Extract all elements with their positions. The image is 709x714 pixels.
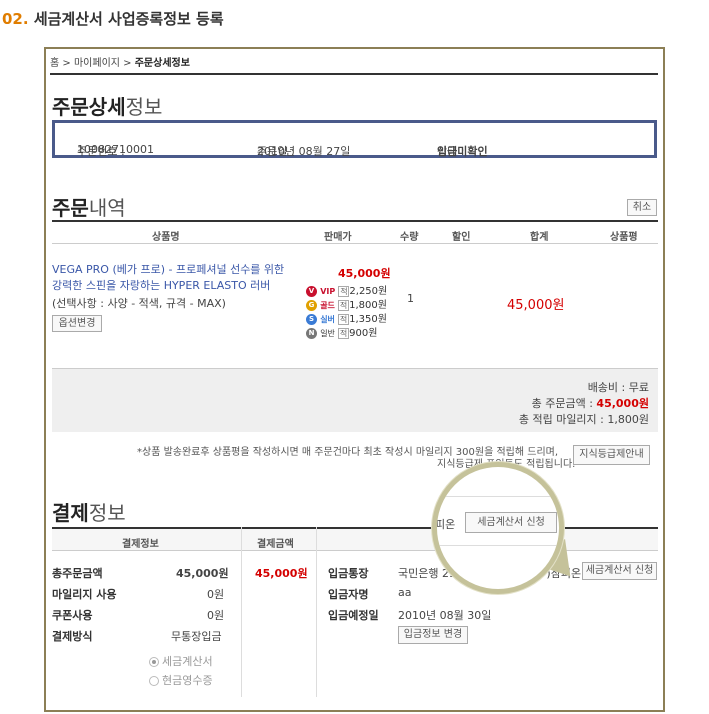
silver-badge-icon: S	[306, 313, 317, 325]
tier-silver: S 실버 적 1,350원	[306, 310, 387, 325]
depositor-value: aa	[398, 586, 412, 599]
col-product: 상품명	[152, 232, 180, 243]
breadcrumb: 홈 > 마이페이지 > 주문상세정보	[50, 54, 190, 69]
order-section-title: 주문내역	[52, 196, 126, 220]
breadcrumb-divider	[50, 73, 658, 75]
total-order-value: 45,000원	[176, 567, 229, 580]
tier-price-list: V VIP 적 2,250원 G 골드 적 1,800원 S 실버 적 1,350원 …	[306, 282, 396, 342]
product-name-link[interactable]: VEGA PRO (베가 프로) - 프로페셔널 선수를 위한 강력한 스핀을 …	[52, 262, 297, 294]
page-title: 주문상세정보	[52, 91, 162, 120]
totals-box: 배송비 : 무료 총 주문금액 : 45,000원 총 적립 마일리지 : 1,…	[52, 368, 658, 432]
mileage-total: 총 적립 마일리지 : 1,800원	[518, 413, 649, 426]
ji-icon: 적	[338, 327, 350, 339]
vip-badge-icon: V	[306, 285, 317, 297]
radio-cash-receipt[interactable]: 현금영수증	[149, 672, 213, 688]
option-change-button[interactable]: 옵션변경	[52, 315, 102, 332]
bank-label: 입금통장	[328, 567, 369, 580]
row-total: 45,000원	[507, 298, 565, 313]
mileage-used-label: 마일리지 사용	[52, 588, 117, 601]
ji-icon: 적	[338, 313, 350, 325]
page-title-bold: 주문상세	[52, 95, 126, 119]
ji-icon: 적	[338, 285, 350, 297]
col-divider	[241, 527, 242, 697]
deposit-info-change-button[interactable]: 입금정보 변경	[398, 626, 468, 644]
ji-icon: 적	[338, 299, 350, 311]
radio-tax-invoice[interactable]: 세금계산서	[149, 653, 213, 669]
radio-off-icon	[149, 676, 159, 686]
mileage-used-value: 0원	[207, 588, 225, 601]
page-title-light: 정보	[125, 95, 163, 119]
magnifier-callout: 피온 세금계산서 신청	[432, 462, 564, 594]
product-options: (선택사항 : 사양 - 적색, 규격 - MAX)	[52, 297, 226, 310]
tax-invoice-request-button[interactable]: 세금계산서 신청	[582, 562, 657, 580]
breadcrumb-mypage[interactable]: 마이페이지	[74, 58, 120, 69]
heading-number: 02.	[2, 10, 29, 28]
col-qty: 수량	[400, 232, 419, 243]
heading-text: 세금계산서 사업증록정보 등록	[33, 10, 224, 28]
col-total: 합계	[530, 232, 549, 243]
shipping-fee: 배송비 : 무료	[587, 381, 649, 394]
gold-badge-icon: G	[306, 299, 317, 311]
total-order-label: 총주문금액	[52, 567, 103, 580]
cancel-button[interactable]: 취소	[627, 199, 657, 216]
quantity: 1	[407, 292, 414, 305]
due-date-label: 입금예정일	[328, 609, 379, 622]
payment-method-label: 결제방식	[52, 630, 93, 643]
breadcrumb-home[interactable]: 홈	[50, 58, 59, 69]
due-date-value: 2010년 08월 30일	[398, 609, 492, 622]
status-value: 입금미확인	[437, 145, 488, 158]
col-discount: 할인	[452, 232, 471, 243]
col-payment-info: 결제정보	[122, 539, 159, 550]
breadcrumb-sep: >	[62, 58, 71, 69]
tier-vip: V VIP 적 2,250원	[306, 282, 387, 297]
tier-normal: N 일반 적 900원	[306, 324, 377, 339]
coupon-value: 0원	[207, 609, 225, 622]
coupon-label: 쿠폰사용	[52, 609, 93, 622]
payment-section-title: 결제정보	[52, 501, 126, 525]
order-total: 총 주문금액 : 45,000원	[531, 397, 649, 410]
radio-on-icon	[149, 657, 159, 667]
col-divider	[316, 527, 317, 697]
order-summary-box: 주문번호 : 10082710001 주문일 : 2010년 08월 27일 상…	[52, 120, 657, 158]
col-review: 상품평	[610, 232, 638, 243]
payment-method-value: 무통장입금	[171, 630, 222, 643]
breadcrumb-sep: >	[123, 58, 132, 69]
magnifier-tax-button[interactable]: 세금계산서 신청	[465, 512, 557, 533]
col-payment-amount: 결제금액	[257, 539, 294, 550]
tier-gold: G 골드 적 1,800원	[306, 296, 387, 311]
knowledge-grade-button[interactable]: 지식등급제안내	[573, 445, 650, 465]
section-heading: 02. 세금계산서 사업증록정보 등록	[2, 8, 224, 29]
product-cell: VEGA PRO (베가 프로) - 프로페셔널 선수를 위한 강력한 스핀을 …	[52, 262, 297, 332]
sale-price: 45,000원	[338, 267, 391, 280]
breadcrumb-current: 주문상세정보	[134, 58, 190, 69]
normal-badge-icon: N	[306, 327, 317, 339]
order-table-header: 상품명 판매가 수량 할인 합계 상품평	[52, 220, 658, 244]
depositor-label: 입금자명	[328, 588, 369, 601]
payment-amount: 45,000원	[255, 567, 308, 580]
col-price: 판매가	[324, 232, 352, 243]
magnifier-prefix: 피온	[435, 518, 456, 531]
